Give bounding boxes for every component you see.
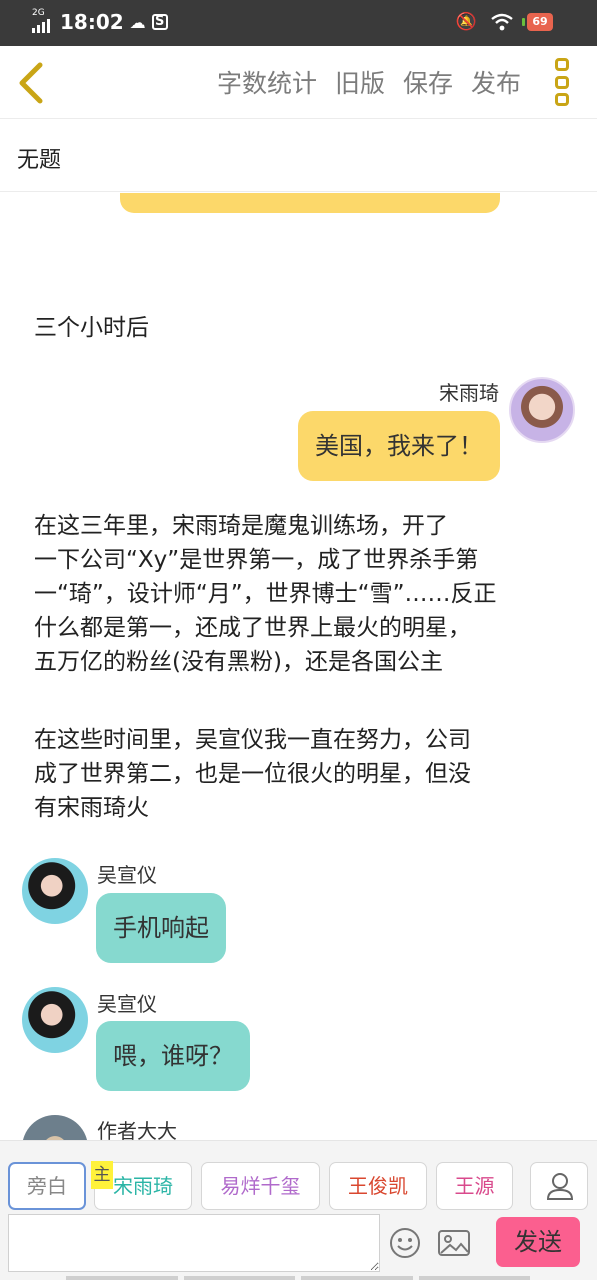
- speaker-name: 吴宣仪: [97, 992, 157, 1016]
- status-bar: 2G 18:02 ☁ S 🔕 69: [0, 0, 597, 46]
- speaker-name: 吴宣仪: [97, 863, 157, 887]
- emoji-icon[interactable]: [389, 1227, 421, 1259]
- wifi-icon: [491, 13, 513, 31]
- dot-icon: [555, 75, 569, 89]
- role-wang-yuan[interactable]: 王源: [436, 1162, 513, 1210]
- add-role-button[interactable]: [530, 1162, 588, 1210]
- role-selector-bar: 旁白 宋雨琦 主 易烊千玺 王俊凯 王源: [0, 1140, 597, 1212]
- word-count-button[interactable]: 字数统计: [217, 64, 317, 100]
- narration-line: 在这些时间里，吴宣仪我一直在努力，公司: [34, 727, 471, 753]
- chat-bubble: 美国，我来了！: [298, 411, 500, 481]
- publish-button[interactable]: 发布: [471, 64, 521, 100]
- network-type: 2G: [32, 8, 45, 18]
- avatar: [22, 987, 88, 1053]
- narration-line: 什么都是第一，还成了世界上最火的明星，: [34, 615, 471, 641]
- message-input[interactable]: [8, 1214, 380, 1272]
- narration-paragraph: 在这三年里，宋雨琦是魔鬼训练场，开了 一下公司“Xy”是世界第一，成了世界杀手第…: [34, 509, 564, 679]
- chat-bubble-partial: [120, 193, 500, 213]
- image-icon[interactable]: [437, 1227, 471, 1259]
- battery-icon: 69: [522, 13, 553, 31]
- status-left: 2G 18:02 ☁ S: [32, 8, 168, 34]
- toolbar-actions: 字数统计 旧版 保存 发布: [217, 64, 521, 100]
- chat-bubble: 喂，谁呀？: [96, 1021, 250, 1091]
- avatar: [509, 377, 575, 443]
- narration-line: 一下公司“Xy”是世界第一，成了世界杀手第: [34, 547, 479, 573]
- back-button[interactable]: [12, 60, 52, 106]
- narration-line: 五万亿的粉丝(没有黑粉)，还是各国公主: [34, 649, 443, 675]
- main-role-badge: 主: [91, 1161, 113, 1189]
- signal-icon: [32, 17, 50, 33]
- chevron-left-icon: [19, 62, 43, 104]
- dot-icon: [555, 93, 569, 106]
- narration-line: 在这三年里，宋雨琦是魔鬼训练场，开了: [34, 513, 448, 539]
- role-yi-yangqianxi[interactable]: 易烊千玺: [201, 1162, 320, 1210]
- user-icon: [546, 1173, 574, 1200]
- chat-bubble: 手机响起: [96, 893, 226, 963]
- dot-icon: [555, 58, 569, 71]
- save-button[interactable]: 保存: [403, 64, 453, 100]
- story-content[interactable]: 三个小时后 宋雨琦 美国，我来了！ 在这三年里，宋雨琦是魔鬼训练场，开了 一下公…: [0, 193, 597, 1140]
- cloud-icon: ☁: [129, 12, 146, 32]
- role-narrator[interactable]: 旁白: [8, 1162, 86, 1210]
- narration-line: 有宋雨琦火: [34, 795, 149, 821]
- avatar: [22, 858, 88, 924]
- document-title[interactable]: 无题: [17, 142, 61, 174]
- narration-paragraph: 在这些时间里，吴宣仪我一直在努力，公司 成了世界第二，也是一位很火的明星，但没 …: [34, 723, 564, 825]
- title-row[interactable]: 无题: [0, 120, 597, 192]
- role-wang-junkai[interactable]: 王俊凯: [329, 1162, 427, 1210]
- send-button[interactable]: 发送: [496, 1217, 580, 1267]
- mute-bell-icon: 🔕: [455, 12, 477, 32]
- editor-toolbar: 字数统计 旧版 保存 发布: [0, 46, 597, 119]
- status-right: 🔕 69: [456, 12, 553, 32]
- speaker-name: 作者大大: [97, 1119, 177, 1140]
- status-time: 18:02: [60, 10, 124, 34]
- app-notification-icon: S: [151, 14, 168, 30]
- narration-text: 三个小时后: [34, 315, 149, 341]
- speaker-name: 宋雨琦: [439, 381, 499, 405]
- narration-line: 一“琦”，设计师“月”，世界博士“雪”……反正: [34, 581, 497, 607]
- avatar: [22, 1115, 88, 1140]
- input-bar: 发送: [0, 1212, 597, 1280]
- narration-line: 成了世界第二，也是一位很火的明星，但没: [34, 761, 471, 787]
- scroll-indicator: [66, 1276, 530, 1280]
- more-menu-button[interactable]: [555, 58, 573, 106]
- old-version-button[interactable]: 旧版: [335, 64, 385, 100]
